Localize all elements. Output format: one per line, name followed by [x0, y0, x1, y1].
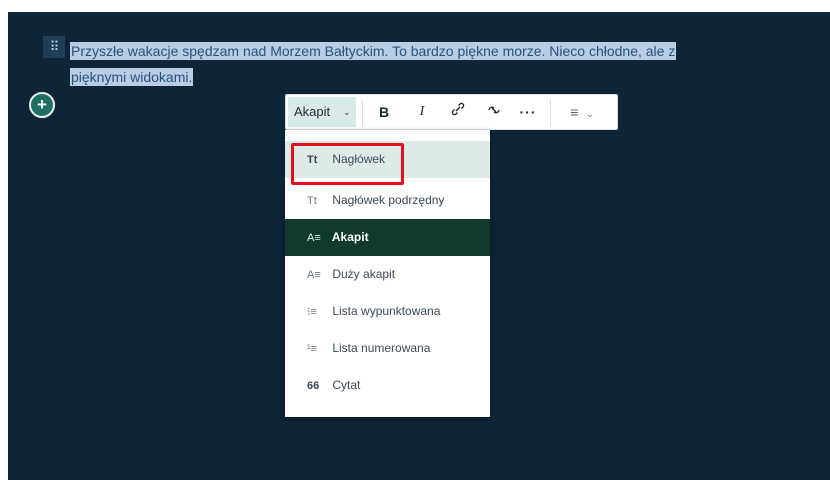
chevron-down-icon: ⌄: [343, 107, 351, 117]
menu-item-large-paragraph[interactable]: A≡ Duży akapit: [285, 256, 490, 293]
alignment-button[interactable]: ≡ ⌄: [562, 97, 602, 127]
link-button[interactable]: [446, 97, 470, 127]
chevron-down-icon: ⌄: [586, 109, 594, 119]
menu-item-label: Lista numerowana: [332, 341, 431, 355]
more-options-button[interactable]: ···: [516, 97, 540, 127]
subheading-icon: Tt: [307, 195, 317, 207]
bulleted-list-icon: ⁝≡: [307, 306, 317, 318]
menu-item-label: Duży akapit: [332, 267, 396, 281]
menu-item-bulleted-list[interactable]: ⁝≡ Lista wypunktowana: [285, 293, 490, 330]
menu-item-label: Akapit: [331, 230, 369, 244]
menu-item-subheading[interactable]: Tt Nagłówek podrzędny: [285, 182, 490, 219]
block-style-label: Akapit: [294, 104, 331, 119]
paragraph-text-line-2: pięknymi widokami.: [70, 68, 194, 86]
menu-item-label: Lista wypunktowana: [332, 304, 441, 318]
align-left-icon: ≡: [570, 104, 579, 120]
numbered-list-icon: ¹≡: [307, 343, 318, 355]
italic-button[interactable]: I: [410, 97, 434, 127]
link-icon: [451, 102, 465, 119]
menu-item-label: Cytat: [332, 378, 361, 392]
add-block-button[interactable]: +: [29, 92, 55, 118]
bold-button[interactable]: B: [372, 97, 396, 127]
large-paragraph-icon: A≡: [307, 269, 321, 281]
menu-item-numbered-list[interactable]: ¹≡ Lista numerowana: [285, 330, 490, 367]
paragraph-icon: A≡: [307, 232, 321, 244]
annotation-highlight-box: [291, 143, 404, 185]
menu-item-label: Nagłówek podrzędny: [332, 193, 445, 207]
unlink-button[interactable]: [482, 97, 506, 127]
unlink-icon: [486, 104, 502, 120]
block-style-select[interactable]: Akapit ⌄: [288, 97, 356, 127]
format-toolbar: Akapit ⌄ B I ··· ≡ ⌄: [285, 94, 618, 130]
quote-icon: 66: [307, 380, 320, 392]
paragraph-text-line-1: Przyszłe wakacje spędzam nad Morzem Bałt…: [70, 42, 677, 60]
drag-handle-icon[interactable]: ⠿: [43, 36, 65, 58]
paragraph-block[interactable]: Przyszłe wakacje spędzam nad Morzem Bałt…: [70, 38, 830, 90]
menu-item-quote[interactable]: 66 Cytat: [285, 367, 490, 404]
toolbar-divider: [362, 100, 363, 126]
toolbar-divider: [550, 100, 551, 126]
menu-item-paragraph[interactable]: A≡ Akapit: [285, 219, 490, 256]
